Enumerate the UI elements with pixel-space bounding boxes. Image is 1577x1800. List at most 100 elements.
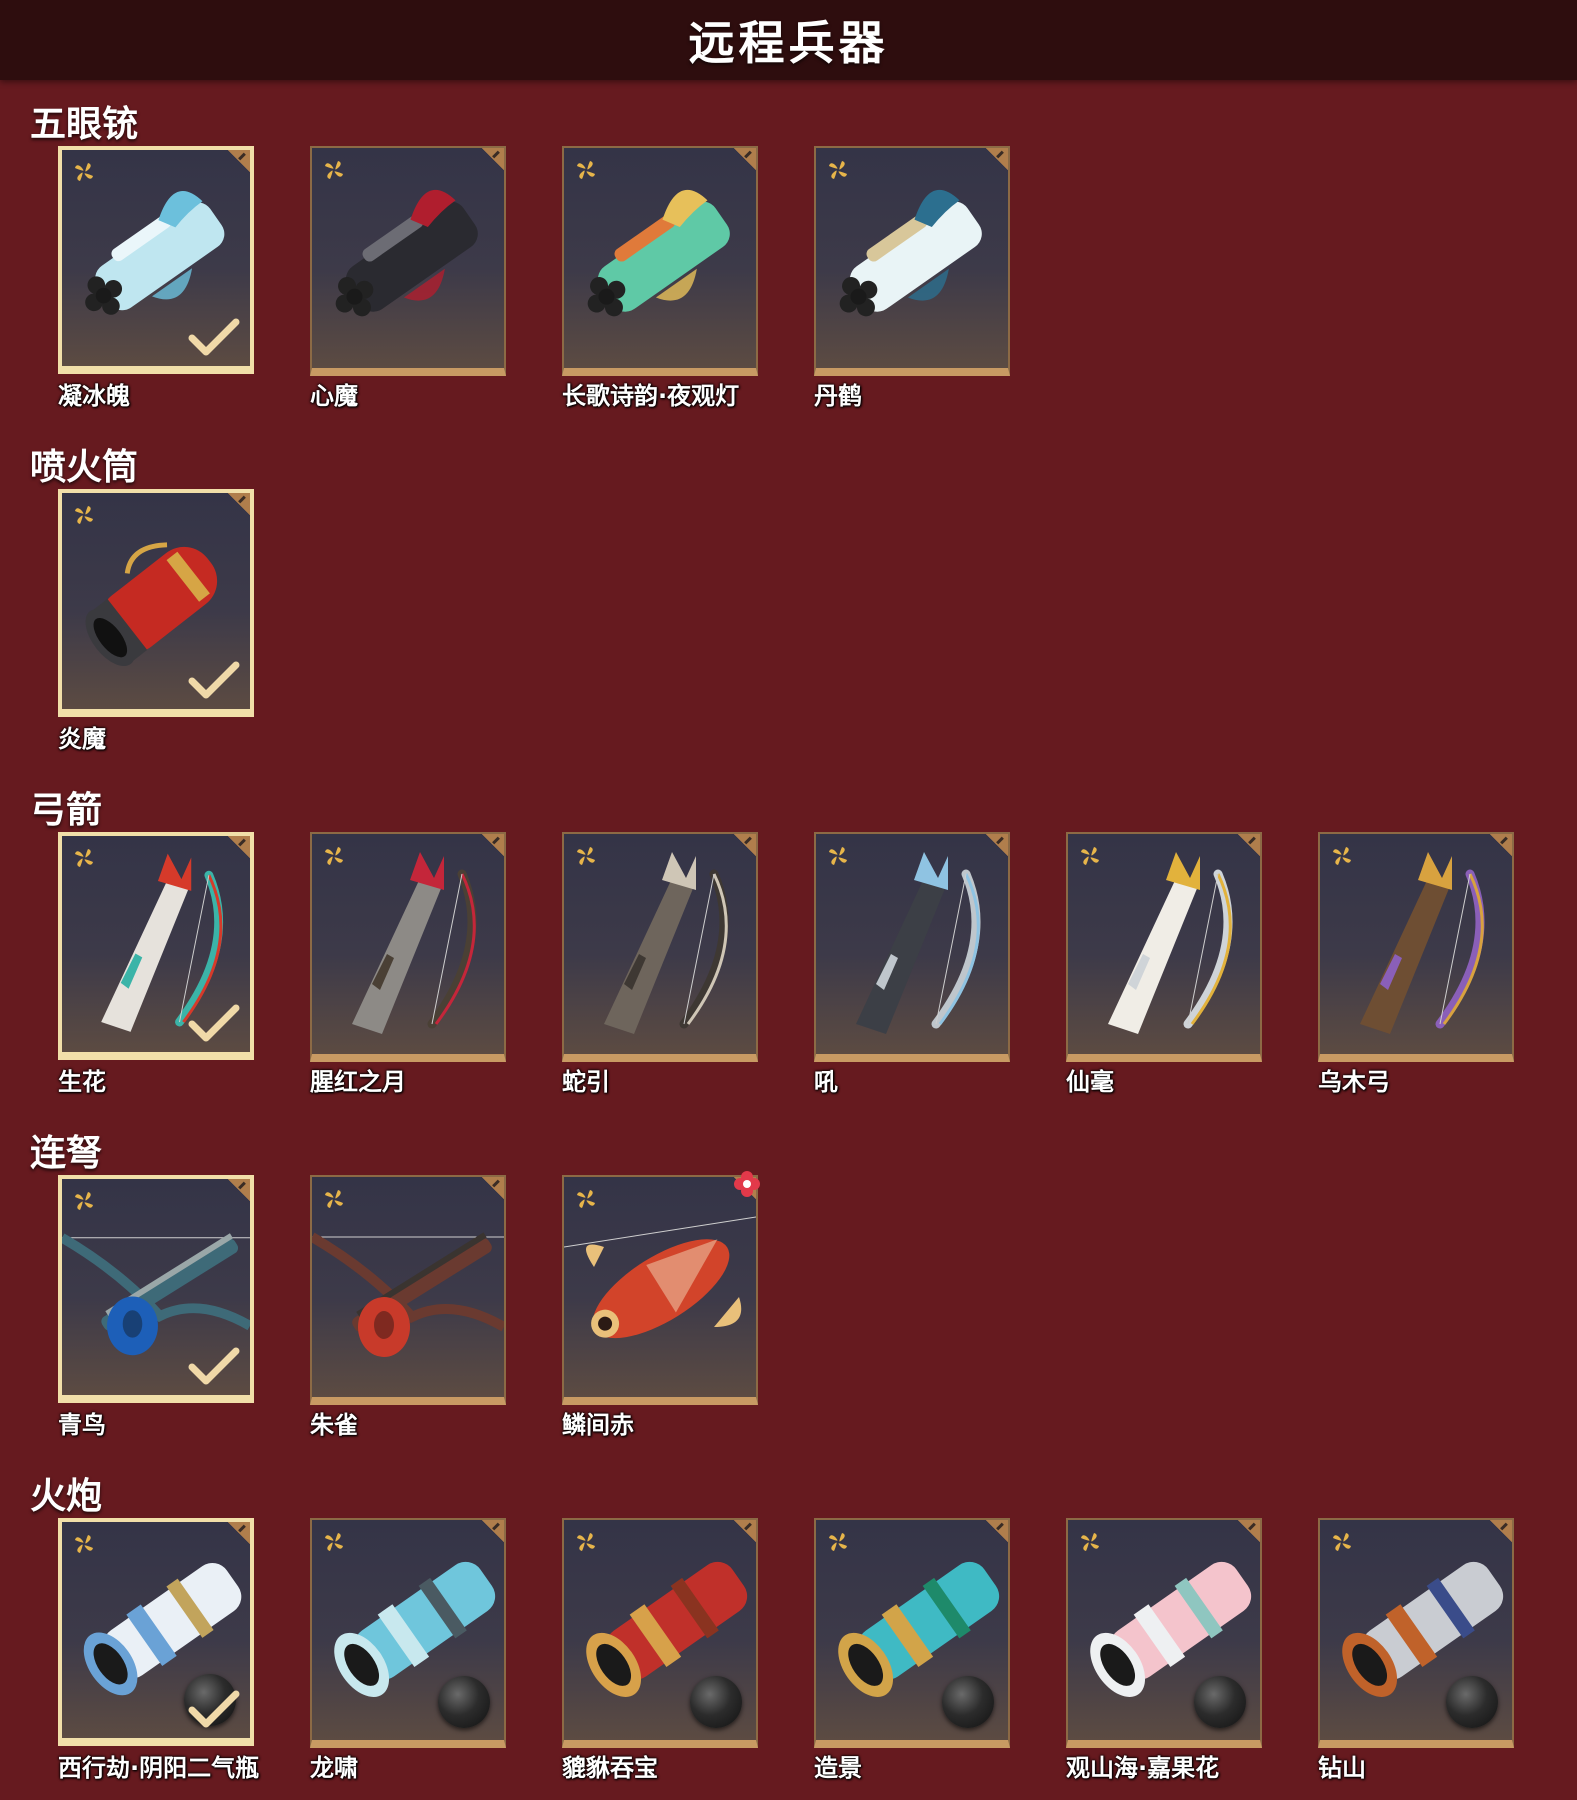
weapon-skin-card[interactable] bbox=[562, 832, 758, 1062]
weapon-skin-item[interactable]: 炎魔 bbox=[58, 489, 254, 759]
weapon-skin-item[interactable]: 朱雀 bbox=[310, 1175, 506, 1445]
corner-tag-icon bbox=[986, 1520, 1008, 1542]
corner-tag-icon bbox=[482, 148, 504, 170]
weapon-category-section: 火炮 西行劫·阴阳二气瓶 龙啸 貔貅吞宝 造景 观山海·嘉果花 钻山 bbox=[0, 1460, 1577, 1800]
weapon-skin-card[interactable] bbox=[562, 146, 758, 376]
rarity-flower-icon bbox=[574, 158, 598, 182]
rarity-flower-icon bbox=[72, 503, 96, 527]
weapon-skin-card[interactable] bbox=[814, 146, 1010, 376]
corner-tag-icon bbox=[1238, 1520, 1260, 1542]
weapon-skin-name: 西行劫·阴阳二气瓶 bbox=[58, 1754, 260, 1782]
weapon-skin-item[interactable]: 长歌诗韵·夜观灯 bbox=[562, 146, 758, 416]
weapon-skin-item[interactable]: 吼 bbox=[814, 832, 1010, 1102]
weapon-skin-card[interactable] bbox=[1318, 1518, 1514, 1748]
rarity-flower-icon bbox=[574, 844, 598, 868]
rarity-flower-icon bbox=[72, 1532, 96, 1556]
cannonball-icon bbox=[438, 1676, 490, 1728]
weapon-skin-card[interactable] bbox=[1066, 1518, 1262, 1748]
corner-tag-icon bbox=[986, 148, 1008, 170]
rarity-flower-icon bbox=[322, 158, 346, 182]
weapon-skin-card[interactable] bbox=[814, 1518, 1010, 1748]
weapon-skin-item[interactable]: 蛇引 bbox=[562, 832, 758, 1102]
equipped-check-icon bbox=[188, 1690, 240, 1730]
weapon-skin-item[interactable]: 观山海·嘉果花 bbox=[1066, 1518, 1262, 1788]
weapon-skin-name: 朱雀 bbox=[310, 1411, 358, 1439]
rarity-flower-icon bbox=[72, 160, 96, 184]
rarity-flower-icon bbox=[1330, 844, 1354, 868]
weapon-skin-card[interactable] bbox=[58, 1518, 254, 1746]
weapon-skin-name: 吼 bbox=[814, 1068, 838, 1096]
corner-tag-icon bbox=[228, 493, 250, 515]
weapon-skin-card[interactable] bbox=[58, 146, 254, 374]
category-title: 连弩 bbox=[30, 1133, 103, 1174]
corner-tag-icon bbox=[228, 836, 250, 858]
category-title: 五眼铳 bbox=[30, 104, 139, 145]
weapon-skin-name: 观山海·嘉果花 bbox=[1066, 1754, 1220, 1782]
corner-tag-icon bbox=[734, 834, 756, 856]
header-bar: 远程兵器 bbox=[0, 0, 1577, 80]
corner-tag-icon bbox=[482, 1177, 504, 1199]
weapon-skin-card[interactable] bbox=[562, 1175, 758, 1405]
equipped-check-icon bbox=[188, 661, 240, 701]
weapon-skin-card[interactable] bbox=[58, 1175, 254, 1403]
page-title: 远程兵器 bbox=[688, 16, 889, 70]
weapon-skin-item[interactable]: 钻山 bbox=[1318, 1518, 1514, 1788]
rarity-flower-icon bbox=[72, 1189, 96, 1213]
weapon-skin-item[interactable]: 造景 bbox=[814, 1518, 1010, 1788]
equipped-check-icon bbox=[188, 1004, 240, 1044]
weapon-skin-card[interactable] bbox=[310, 1518, 506, 1748]
weapon-skin-item[interactable]: 鳞间赤 bbox=[562, 1171, 760, 1445]
rarity-flower-icon bbox=[574, 1187, 598, 1211]
weapon-skin-card[interactable] bbox=[58, 489, 254, 717]
corner-tag-icon bbox=[228, 1522, 250, 1544]
rarity-flower-icon bbox=[826, 1530, 850, 1554]
corner-tag-icon bbox=[482, 1520, 504, 1542]
corner-tag-icon bbox=[482, 834, 504, 856]
weapon-category-section: 喷火筒 炎魔 bbox=[0, 431, 1577, 771]
weapon-skin-card[interactable] bbox=[310, 1175, 506, 1405]
weapon-skin-name: 鳞间赤 bbox=[562, 1411, 634, 1439]
category-title: 喷火筒 bbox=[30, 447, 139, 488]
weapon-skin-name: 仙毫 bbox=[1066, 1068, 1114, 1096]
weapon-skin-card[interactable] bbox=[58, 832, 254, 1060]
category-title: 弓箭 bbox=[30, 790, 103, 831]
rarity-flower-icon bbox=[1078, 1530, 1102, 1554]
new-badge-icon bbox=[732, 1169, 762, 1199]
weapon-skin-name: 龙啸 bbox=[310, 1754, 358, 1782]
weapon-skin-name: 生花 bbox=[58, 1068, 106, 1096]
weapon-skin-item[interactable]: 凝冰魄 bbox=[58, 146, 254, 416]
weapon-category-section: 弓箭 生花 腥红之月 蛇引 吼 仙毫 乌木弓 bbox=[0, 774, 1577, 1114]
category-title: 火炮 bbox=[30, 1476, 103, 1517]
weapon-category-section: 连弩 青鸟 朱雀 鳞间赤 bbox=[0, 1117, 1577, 1457]
weapon-skin-card[interactable] bbox=[1318, 832, 1514, 1062]
weapon-skin-item[interactable]: 龙啸 bbox=[310, 1518, 506, 1788]
weapon-skin-item[interactable]: 丹鹤 bbox=[814, 146, 1010, 416]
rarity-flower-icon bbox=[1078, 844, 1102, 868]
corner-tag-icon bbox=[734, 148, 756, 170]
rarity-flower-icon bbox=[322, 1187, 346, 1211]
weapon-skin-item[interactable]: 生花 bbox=[58, 832, 254, 1102]
weapon-skin-name: 青鸟 bbox=[58, 1411, 106, 1439]
weapon-skin-item[interactable]: 青鸟 bbox=[58, 1175, 254, 1445]
rarity-flower-icon bbox=[826, 158, 850, 182]
rarity-flower-icon bbox=[1330, 1530, 1354, 1554]
weapon-skin-item[interactable]: 腥红之月 bbox=[310, 832, 506, 1102]
weapon-skin-item[interactable]: 心魔 bbox=[310, 146, 506, 416]
weapon-skin-card[interactable] bbox=[310, 146, 506, 376]
weapon-skin-name: 蛇引 bbox=[562, 1068, 610, 1096]
corner-tag-icon bbox=[1490, 834, 1512, 856]
weapon-skin-name: 炎魔 bbox=[58, 725, 106, 753]
cannonball-icon bbox=[1446, 1676, 1498, 1728]
weapon-skin-item[interactable]: 西行劫·阴阳二气瓶 bbox=[58, 1518, 259, 1788]
weapon-skin-card[interactable] bbox=[562, 1518, 758, 1748]
weapon-skin-item[interactable]: 乌木弓 bbox=[1318, 832, 1514, 1102]
corner-tag-icon bbox=[228, 1179, 250, 1201]
corner-tag-icon bbox=[986, 834, 1008, 856]
weapon-skin-card[interactable] bbox=[310, 832, 506, 1062]
weapon-skin-card[interactable] bbox=[814, 832, 1010, 1062]
weapon-skin-item[interactable]: 仙毫 bbox=[1066, 832, 1262, 1102]
weapon-skin-name: 貔貅吞宝 bbox=[562, 1754, 658, 1782]
equipped-check-icon bbox=[188, 318, 240, 358]
weapon-skin-card[interactable] bbox=[1066, 832, 1262, 1062]
weapon-skin-item[interactable]: 貔貅吞宝 bbox=[562, 1518, 758, 1788]
